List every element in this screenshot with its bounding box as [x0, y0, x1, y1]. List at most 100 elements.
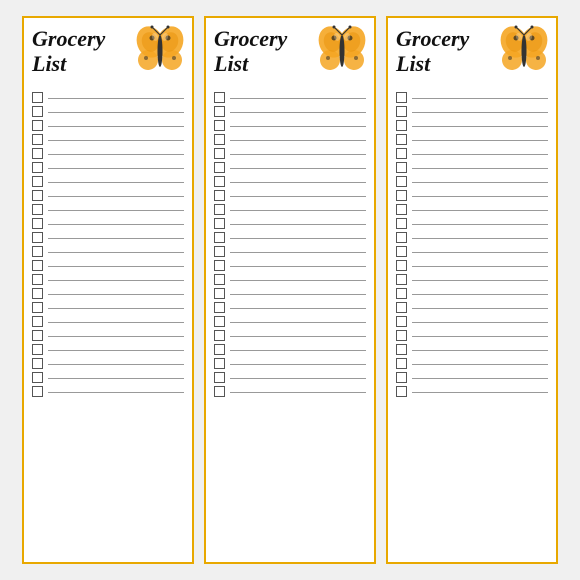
checkbox[interactable]: [214, 92, 225, 103]
checkbox[interactable]: [32, 148, 43, 159]
checkbox[interactable]: [396, 344, 407, 355]
checkbox[interactable]: [32, 232, 43, 243]
checkbox[interactable]: [214, 148, 225, 159]
checkbox[interactable]: [396, 274, 407, 285]
checkbox[interactable]: [32, 120, 43, 131]
checkbox[interactable]: [32, 344, 43, 355]
checkbox[interactable]: [214, 288, 225, 299]
checkbox[interactable]: [396, 190, 407, 201]
checkbox[interactable]: [396, 204, 407, 215]
item-line: [230, 182, 366, 183]
checkbox[interactable]: [214, 372, 225, 383]
checkbox[interactable]: [214, 176, 225, 187]
checkbox[interactable]: [32, 358, 43, 369]
checkbox[interactable]: [214, 204, 225, 215]
checkbox[interactable]: [214, 106, 225, 117]
list-item: [32, 302, 184, 313]
checkbox[interactable]: [214, 302, 225, 313]
checkbox[interactable]: [396, 386, 407, 397]
checkbox[interactable]: [396, 218, 407, 229]
checkbox[interactable]: [214, 232, 225, 243]
item-line: [48, 322, 184, 323]
checkbox[interactable]: [32, 330, 43, 341]
item-line: [230, 322, 366, 323]
list-item: [32, 330, 184, 341]
item-line: [48, 336, 184, 337]
list-item: [32, 176, 184, 187]
checkbox[interactable]: [396, 92, 407, 103]
checkbox[interactable]: [396, 330, 407, 341]
checkbox[interactable]: [396, 120, 407, 131]
items-list-3: [396, 92, 548, 554]
checkbox[interactable]: [396, 162, 407, 173]
checkbox[interactable]: [32, 372, 43, 383]
item-line: [230, 238, 366, 239]
checkbox[interactable]: [214, 162, 225, 173]
checkbox[interactable]: [396, 246, 407, 257]
grocery-lists-page: GroceryList: [0, 0, 580, 580]
checkbox[interactable]: [396, 302, 407, 313]
checkbox[interactable]: [32, 218, 43, 229]
checkbox[interactable]: [32, 302, 43, 313]
checkbox[interactable]: [396, 260, 407, 271]
list-item: [214, 302, 366, 313]
checkbox[interactable]: [32, 288, 43, 299]
checkbox[interactable]: [214, 344, 225, 355]
checkbox[interactable]: [214, 330, 225, 341]
checkbox[interactable]: [32, 92, 43, 103]
checkbox[interactable]: [214, 190, 225, 201]
checkbox[interactable]: [32, 162, 43, 173]
checkbox[interactable]: [32, 176, 43, 187]
checkbox[interactable]: [214, 260, 225, 271]
checkbox[interactable]: [396, 148, 407, 159]
item-line: [412, 168, 548, 169]
item-line: [412, 322, 548, 323]
list-item: [32, 232, 184, 243]
butterfly-icon-1: [136, 24, 184, 78]
list-item: [214, 106, 366, 117]
list-item: [396, 176, 548, 187]
checkbox[interactable]: [396, 288, 407, 299]
checkbox[interactable]: [396, 106, 407, 117]
checkbox[interactable]: [32, 246, 43, 257]
list-item: [32, 190, 184, 201]
checkbox[interactable]: [396, 372, 407, 383]
item-line: [48, 252, 184, 253]
checkbox[interactable]: [214, 274, 225, 285]
checkbox[interactable]: [396, 232, 407, 243]
checkbox[interactable]: [214, 386, 225, 397]
checkbox[interactable]: [214, 120, 225, 131]
list-item: [32, 274, 184, 285]
checkbox[interactable]: [214, 134, 225, 145]
checkbox[interactable]: [214, 218, 225, 229]
checkbox[interactable]: [32, 190, 43, 201]
checkbox[interactable]: [396, 176, 407, 187]
list-item: [214, 120, 366, 131]
item-line: [412, 210, 548, 211]
item-line: [412, 266, 548, 267]
checkbox[interactable]: [32, 386, 43, 397]
checkbox[interactable]: [32, 134, 43, 145]
item-line: [412, 336, 548, 337]
checkbox[interactable]: [396, 134, 407, 145]
list-item: [214, 134, 366, 145]
item-line: [48, 168, 184, 169]
checkbox[interactable]: [32, 204, 43, 215]
checkbox[interactable]: [32, 274, 43, 285]
checkbox[interactable]: [396, 358, 407, 369]
checkbox[interactable]: [32, 106, 43, 117]
list-title-2: GroceryList: [214, 24, 287, 77]
checkbox[interactable]: [214, 316, 225, 327]
checkbox[interactable]: [214, 246, 225, 257]
checkbox[interactable]: [32, 260, 43, 271]
item-line: [230, 154, 366, 155]
list-item: [214, 260, 366, 271]
item-line: [48, 378, 184, 379]
item-line: [48, 196, 184, 197]
list-item: [32, 134, 184, 145]
checkbox[interactable]: [32, 316, 43, 327]
checkbox[interactable]: [214, 358, 225, 369]
item-line: [230, 98, 366, 99]
list-item: [32, 218, 184, 229]
checkbox[interactable]: [396, 316, 407, 327]
